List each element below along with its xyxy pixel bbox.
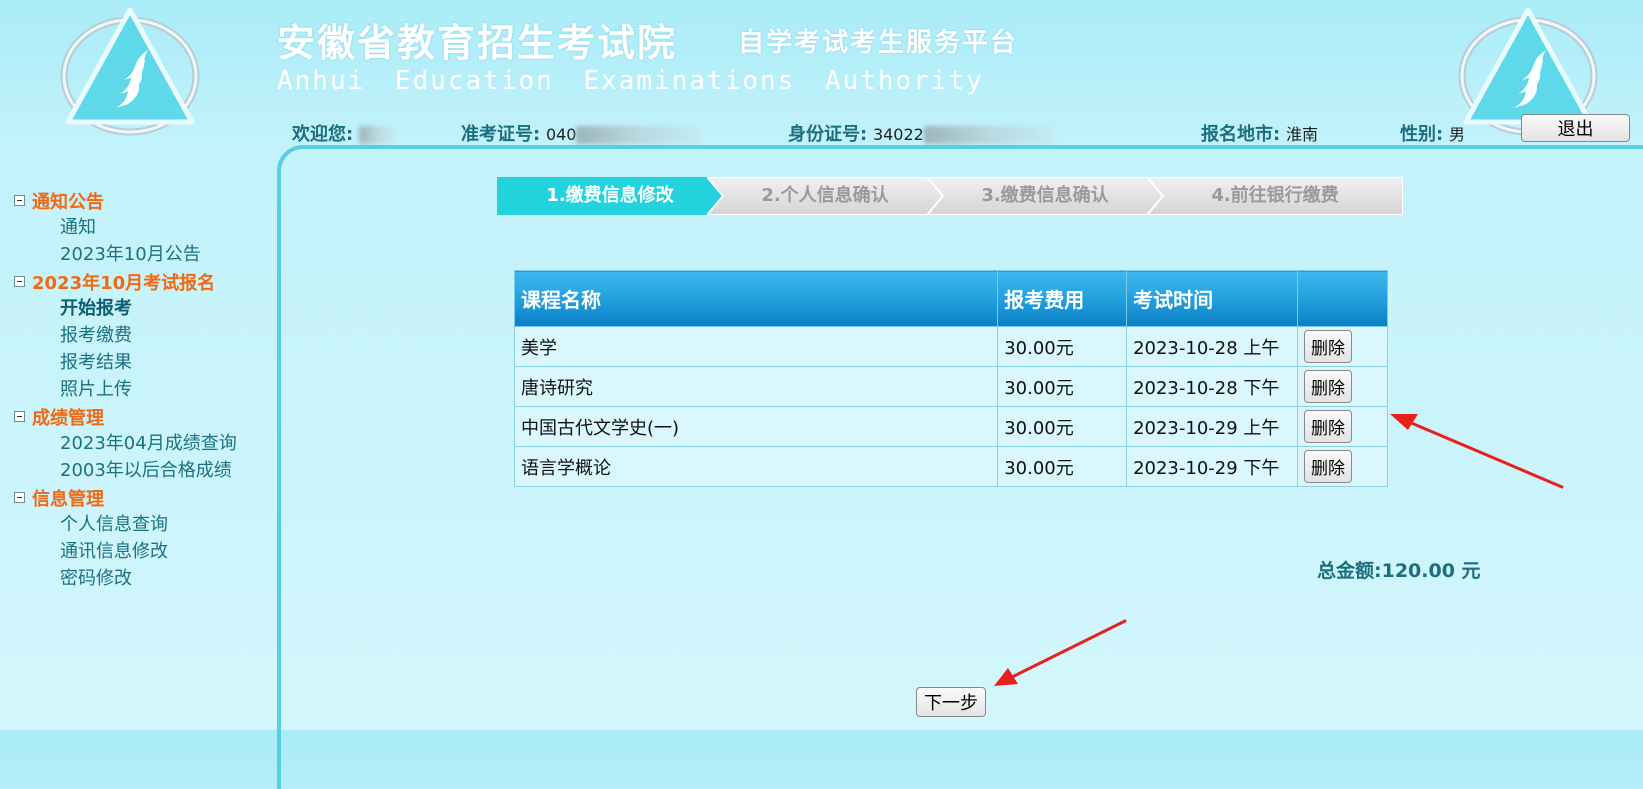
delete-button[interactable]: 删除 — [1304, 370, 1353, 403]
delete-button[interactable]: 删除 — [1304, 330, 1353, 363]
table-row: 语言学概论 30.00元 2023-10-29 下午 删除 — [513, 446, 1388, 487]
column-header-fee: 报考费用 — [997, 270, 1128, 327]
course-name: 美学 — [513, 326, 999, 367]
course-fee: 30.00元 — [997, 406, 1128, 447]
total-value: 120.00 元 — [1381, 560, 1481, 582]
exam-time: 2023-10-28 上午 — [1126, 326, 1299, 367]
section-header[interactable]: 信息管理 — [14, 484, 264, 511]
id-number-label: 身份证号: — [788, 124, 868, 145]
action-cell: 删除 — [1297, 406, 1388, 447]
sidebar-item-result[interactable]: 报考结果 — [14, 349, 264, 376]
sidebar-item-personal-info[interactable]: 个人信息查询 — [14, 511, 264, 538]
section-title: 信息管理 — [32, 488, 104, 510]
exam-number-label: 准考证号: — [461, 124, 541, 145]
site-title-english: Anhui Education Examinations Authority — [277, 66, 984, 96]
collapse-icon[interactable] — [14, 195, 25, 206]
delete-button[interactable]: 删除 — [1304, 450, 1353, 483]
action-cell: 删除 — [1297, 366, 1388, 407]
id-number-value: 34022 — [872, 125, 924, 144]
step-1-active: 1.缴费信息修改 — [497, 177, 723, 215]
sidebar-item-contact-edit[interactable]: 通讯信息修改 — [14, 538, 264, 565]
sidebar-section-registration: 2023年10月考试报名 开始报考 报考缴费 报考结果 照片上传 — [14, 268, 264, 403]
sidebar-section-info: 信息管理 个人信息查询 通讯信息修改 密码修改 — [14, 484, 264, 592]
welcome-label: 欢迎您: — [292, 124, 354, 145]
redacted-exam-number — [576, 126, 702, 144]
column-header-course: 课程名称 — [513, 270, 999, 327]
course-fee: 30.00元 — [997, 446, 1128, 487]
sidebar-item-password[interactable]: 密码修改 — [14, 565, 264, 592]
delete-button[interactable]: 删除 — [1304, 410, 1353, 443]
section-header[interactable]: 通知公告 — [14, 187, 264, 214]
platform-subtitle: 自学考试考生服务平台 — [738, 28, 1019, 58]
action-cell: 删除 — [1297, 326, 1388, 367]
sidebar-item-photo-upload[interactable]: 照片上传 — [14, 376, 264, 403]
section-title: 通知公告 — [32, 191, 104, 213]
collapse-icon[interactable] — [14, 276, 25, 287]
redacted-name — [358, 126, 395, 144]
course-name: 语言学概论 — [513, 446, 999, 487]
table-header-row: 课程名称 报考费用 考试时间 — [513, 270, 1388, 327]
left-logo-icon — [50, 4, 210, 144]
gender-value: 男 — [1448, 125, 1465, 144]
id-number-info: 身份证号: 34022 — [788, 120, 1054, 146]
sidebar-section-notices: 通知公告 通知 2023年10月公告 — [14, 187, 264, 268]
section-header[interactable]: 成绩管理 — [14, 403, 264, 430]
step-3: 3.缴费信息确认 — [927, 177, 1163, 215]
total-label: 总金额: — [1317, 560, 1382, 582]
logout-button[interactable]: 退出 — [1521, 114, 1630, 142]
next-step-button[interactable]: 下一步 — [916, 687, 986, 717]
exam-time: 2023-10-28 下午 — [1126, 366, 1299, 407]
sidebar-section-scores: 成绩管理 2023年04月成绩查询 2003年以后合格成绩 — [14, 403, 264, 484]
course-name: 唐诗研究 — [513, 366, 999, 407]
course-fee: 30.00元 — [997, 366, 1128, 407]
city-label: 报名地市: — [1201, 124, 1281, 145]
city-value: 淮南 — [1285, 125, 1318, 144]
action-cell: 删除 — [1297, 446, 1388, 487]
welcome-info: 欢迎您: — [292, 120, 395, 146]
step-4: 4.前往银行缴费 — [1147, 177, 1403, 215]
sidebar-item-start-registration[interactable]: 开始报考 — [14, 295, 264, 322]
city-info: 报名地市: 淮南 — [1201, 120, 1318, 146]
course-table: 课程名称 报考费用 考试时间 美学 30.00元 2023-10-28 上午 删… — [513, 270, 1388, 487]
exam-number-info: 准考证号: 040 — [461, 120, 702, 146]
table-row: 唐诗研究 30.00元 2023-10-28 下午 删除 — [513, 366, 1388, 407]
exam-time: 2023-10-29 上午 — [1126, 406, 1299, 447]
course-fee: 30.00元 — [997, 326, 1128, 367]
sidebar-item-payment[interactable]: 报考缴费 — [14, 322, 264, 349]
section-header[interactable]: 2023年10月考试报名 — [14, 268, 264, 295]
redacted-id-number — [923, 126, 1054, 144]
collapse-icon[interactable] — [14, 492, 25, 503]
table-row: 中国古代文学史(一) 30.00元 2023-10-29 上午 删除 — [513, 406, 1388, 447]
step-2: 2.个人信息确认 — [707, 177, 943, 215]
collapse-icon[interactable] — [14, 411, 25, 422]
site-title: 安徽省教育招生考试院 — [277, 20, 678, 65]
step-progress: 1.缴费信息修改 2.个人信息确认 3.缴费信息确认 4.前往银行缴费 — [497, 177, 1403, 215]
gender-info: 性别: 男 — [1400, 120, 1465, 146]
table-row: 美学 30.00元 2023-10-28 上午 删除 — [513, 326, 1388, 367]
exam-number-value: 040 — [545, 125, 577, 144]
sidebar-nav: 通知公告 通知 2023年10月公告 2023年10月考试报名 开始报考 报考缴… — [14, 187, 264, 592]
total-amount: 总金额:120.00 元 — [1317, 556, 1481, 583]
sidebar-item-passed-scores[interactable]: 2003年以后合格成绩 — [14, 457, 264, 484]
course-name: 中国古代文学史(一) — [513, 406, 999, 447]
section-title: 2023年10月考试报名 — [32, 272, 216, 294]
sidebar-item-score-query[interactable]: 2023年04月成绩查询 — [14, 430, 264, 457]
gender-label: 性别: — [1400, 124, 1444, 145]
section-title: 成绩管理 — [32, 407, 104, 429]
sidebar-item-oct-announcement[interactable]: 2023年10月公告 — [14, 241, 264, 268]
column-header-action — [1297, 270, 1388, 327]
column-header-time: 考试时间 — [1126, 270, 1299, 327]
exam-time: 2023-10-29 下午 — [1126, 446, 1299, 487]
sidebar-item-notice[interactable]: 通知 — [14, 214, 264, 241]
